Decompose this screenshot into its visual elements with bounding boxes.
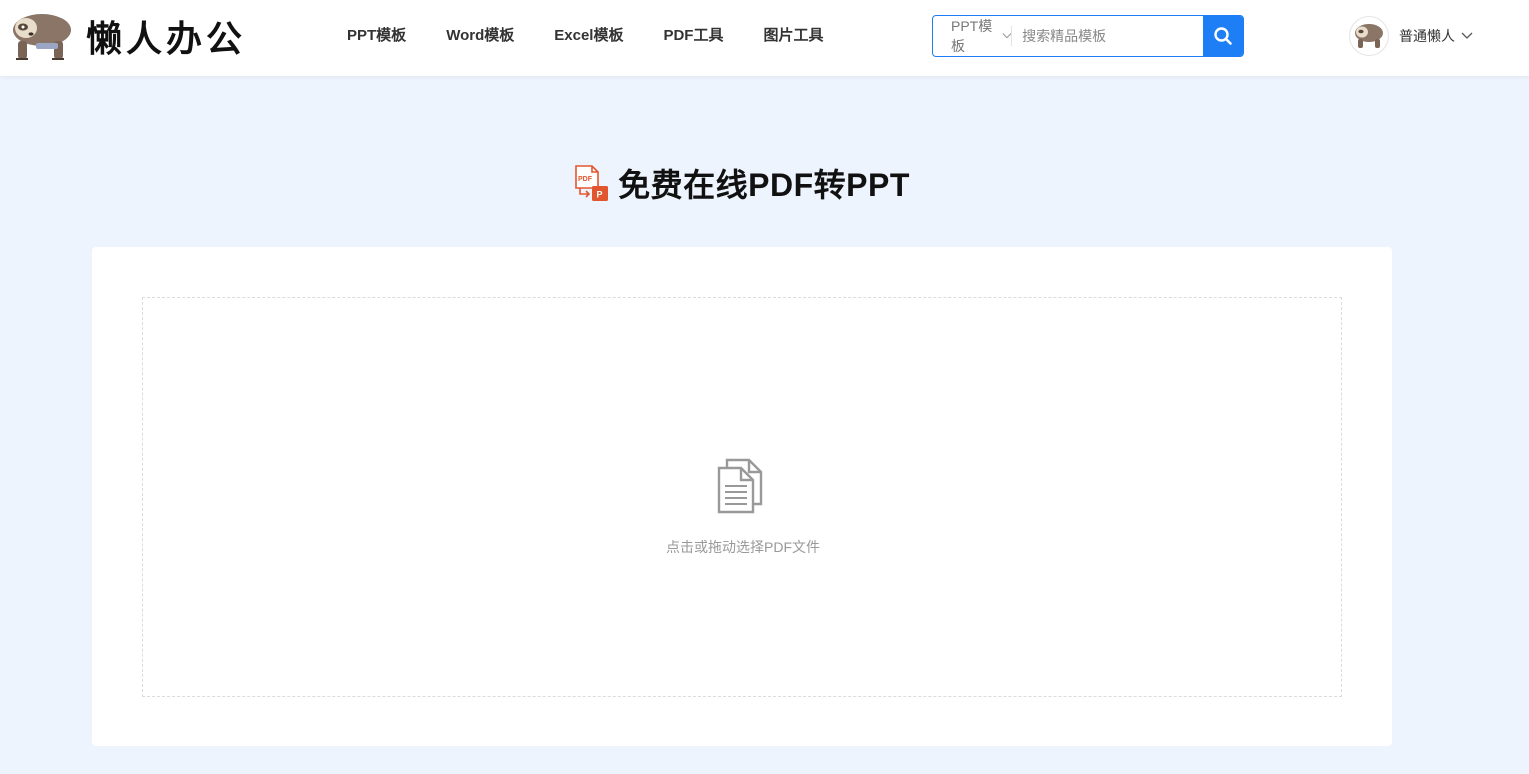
user-name: 普通懒人	[1399, 28, 1455, 44]
search-input[interactable]	[1012, 16, 1204, 56]
search-bar: PPT模板	[932, 15, 1244, 57]
nav-item-ppt-templates[interactable]: PPT模板	[347, 26, 406, 46]
pdf-to-ppt-icon: PDF P	[575, 165, 609, 201]
search-button[interactable]	[1203, 16, 1243, 56]
user-menu[interactable]: 普通懒人	[1349, 16, 1473, 56]
search-type-label: PPT模板	[951, 18, 993, 54]
nav-item-pdf-tools[interactable]: PDF工具	[663, 26, 723, 46]
file-dropzone[interactable]: 点击或拖动选择PDF文件	[142, 297, 1342, 697]
upload-card: 点击或拖动选择PDF文件	[92, 247, 1392, 746]
chevron-down-icon	[1461, 32, 1473, 39]
sloth-mascot-icon	[13, 14, 71, 60]
svg-text:P: P	[597, 190, 603, 200]
site-logo[interactable]: 懒人办公	[10, 10, 246, 62]
search-icon	[1214, 27, 1232, 45]
top-header: 懒人办公 PPT模板 Word模板 Excel模板 PDF工具 图片工具 PPT…	[0, 0, 1529, 76]
page-title: 免费在线PDF转PPT	[618, 167, 910, 203]
document-files-icon	[717, 458, 763, 514]
main-nav: PPT模板 Word模板 Excel模板 PDF工具 图片工具	[347, 26, 863, 46]
svg-text:PDF: PDF	[578, 176, 593, 183]
chevron-down-icon	[1002, 33, 1012, 39]
upload-hint: 点击或拖动选择PDF文件	[666, 539, 820, 555]
nav-item-word-templates[interactable]: Word模板	[446, 26, 514, 46]
search-type-dropdown[interactable]: PPT模板	[933, 16, 1013, 56]
brand-name: 懒人办公	[86, 19, 247, 60]
nav-item-excel-templates[interactable]: Excel模板	[554, 26, 623, 46]
page-heading: PDF P 免费在线PDF转PPT	[0, 160, 1482, 206]
nav-item-image-tools[interactable]: 图片工具	[763, 26, 823, 46]
avatar[interactable]	[1349, 16, 1389, 56]
sloth-avatar-icon	[1355, 24, 1383, 48]
